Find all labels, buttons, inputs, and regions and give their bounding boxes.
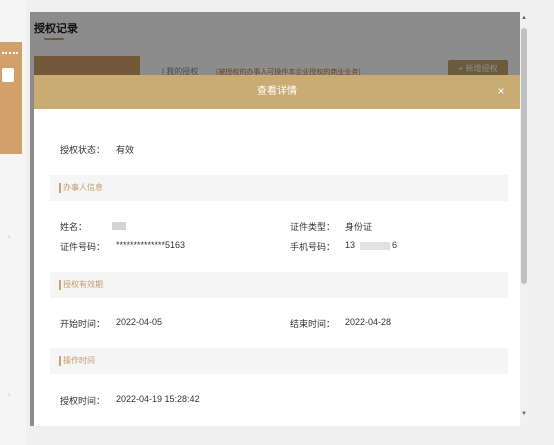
scroll-up-arrow-icon[interactable]: ▲ [520, 14, 528, 22]
chevron-right-icon[interactable]: › [8, 232, 14, 242]
left-sidebar-strip: › › [0, 0, 26, 445]
section-agent-info: 办事人信息 [50, 175, 508, 201]
scroll-down-arrow-icon[interactable]: ▼ [520, 410, 528, 418]
scrollbar-thumb[interactable] [521, 28, 527, 284]
section-title: 操作时间 [63, 356, 95, 365]
chevron-right-icon[interactable]: › [8, 390, 14, 400]
section-title: 办事人信息 [63, 183, 103, 192]
sidebar-dots [2, 52, 18, 55]
id-type-label: 证件类型： [290, 222, 336, 232]
section-validity: 授权有效期 [50, 272, 508, 298]
phone-label: 手机号码： [290, 242, 336, 252]
section-operation-time: 操作时间 [50, 348, 508, 374]
section-marker [59, 280, 61, 290]
status-label: 授权状态： [60, 145, 106, 155]
modal-header: 查看详情 × [34, 75, 520, 109]
detail-modal: 查看详情 × 授权状态： 有效 办事人信息 姓名： 证件类型： 身份证 证件号码… [34, 75, 520, 426]
end-time-value: 2022-04-28 [345, 317, 392, 327]
modal-title: 查看详情 [257, 86, 297, 97]
name-label: 姓名： [60, 222, 88, 232]
phone-redacted [360, 242, 390, 250]
sidebar-thumbnail [2, 68, 14, 82]
section-title: 授权有效期 [63, 280, 103, 289]
sidebar-banner [0, 42, 22, 154]
start-time-value: 2022-04-05 [116, 317, 163, 327]
name-redacted [112, 222, 126, 230]
end-time-label: 结束时间： [290, 319, 336, 329]
id-number-value: **************5163 [116, 240, 186, 250]
status-value: 有效 [116, 145, 135, 155]
auth-time-label: 授权时间： [60, 396, 106, 406]
section-marker [59, 183, 61, 193]
start-time-label: 开始时间： [60, 319, 106, 329]
phone-prefix: 13 [345, 240, 356, 250]
section-marker [59, 356, 61, 366]
auth-time-value: 2022-04-19 15:28:42 [116, 394, 200, 404]
phone-suffix: 6 [392, 240, 398, 250]
id-type-value: 身份证 [345, 222, 373, 232]
close-icon[interactable]: × [494, 84, 508, 98]
id-number-label: 证件号码： [60, 242, 106, 252]
